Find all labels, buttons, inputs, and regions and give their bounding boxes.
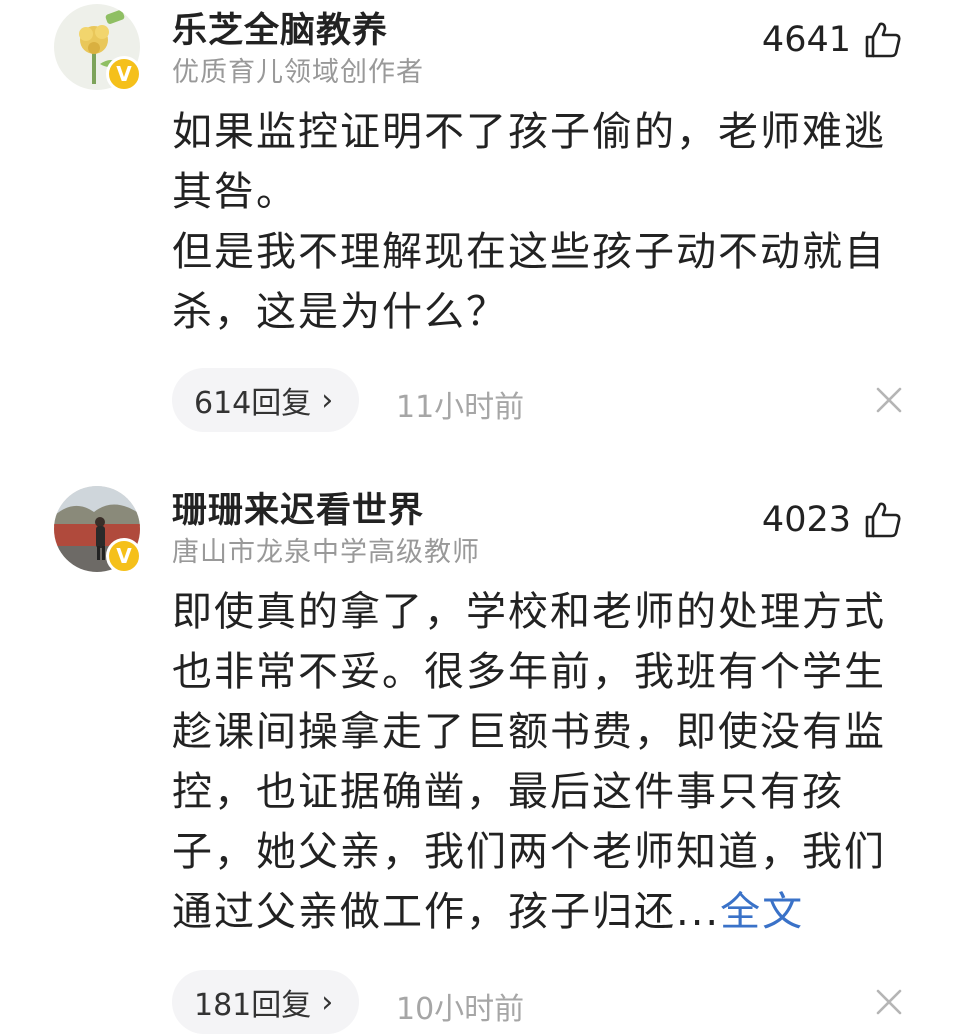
close-icon[interactable] <box>875 386 903 414</box>
thumbs-up-icon <box>865 22 901 58</box>
full-text-link[interactable]: 全文 <box>720 889 804 935</box>
verified-badge-icon: V <box>106 538 142 574</box>
comment-paragraph: 如果监控证明不了孩子偷的，老师难逃其咎。 <box>172 109 886 215</box>
like-count: 4023 <box>761 500 851 540</box>
verified-badge-icon: V <box>106 56 142 92</box>
username[interactable]: 珊珊来迟看世界 <box>172 482 424 533</box>
comment-paragraph-text: 即使真的拿了，学校和老师的处理方式也非常不妥。很多年前，我班有个学生趁课间操拿走… <box>172 589 886 935</box>
comment-paragraph: 即使真的拿了，学校和老师的处理方式也非常不妥。很多年前，我班有个学生趁课间操拿走… <box>172 582 912 942</box>
reply-count: 614回复 <box>194 386 312 421</box>
timestamp: 11小时前 <box>396 390 525 425</box>
chevron-right-icon: › <box>321 984 334 1020</box>
like-count: 4641 <box>761 20 851 60</box>
reply-count: 181回复 <box>194 988 312 1023</box>
timestamp: 10小时前 <box>396 992 525 1027</box>
replies-button[interactable]: 181回复 › <box>172 970 360 1034</box>
chevron-right-icon: › <box>321 382 334 418</box>
comment-text: 如果监控证明不了孩子偷的，老师难逃其咎。 但是我不理解现在这些孩子动不动就自杀，… <box>172 102 912 342</box>
comment-item: V 珊珊来迟看世界 唐山市龙泉中学高级教师 4023 即使真的拿了，学校和老师的… <box>0 480 963 1034</box>
comment-paragraph: 但是我不理解现在这些孩子动不动就自杀，这是为什么？ <box>172 229 886 335</box>
user-title: 优质育儿领域创作者 <box>172 57 424 88</box>
replies-button[interactable]: 614回复 › <box>172 368 360 432</box>
comment-text: 即使真的拿了，学校和老师的处理方式也非常不妥。很多年前，我班有个学生趁课间操拿走… <box>172 582 912 942</box>
like-button[interactable]: 4641 <box>762 20 903 60</box>
avatar[interactable]: V <box>54 4 142 92</box>
username[interactable]: 乐芝全脑教养 <box>172 2 388 53</box>
avatar[interactable]: V <box>54 486 142 574</box>
close-icon[interactable] <box>875 988 903 1016</box>
comment-item: V 乐芝全脑教养 优质育儿领域创作者 4641 如果监控证明不了孩子偷的，老师难… <box>0 0 963 460</box>
like-button[interactable]: 4023 <box>762 500 903 540</box>
thumbs-up-icon <box>865 502 901 538</box>
user-title: 唐山市龙泉中学高级教师 <box>172 537 480 568</box>
